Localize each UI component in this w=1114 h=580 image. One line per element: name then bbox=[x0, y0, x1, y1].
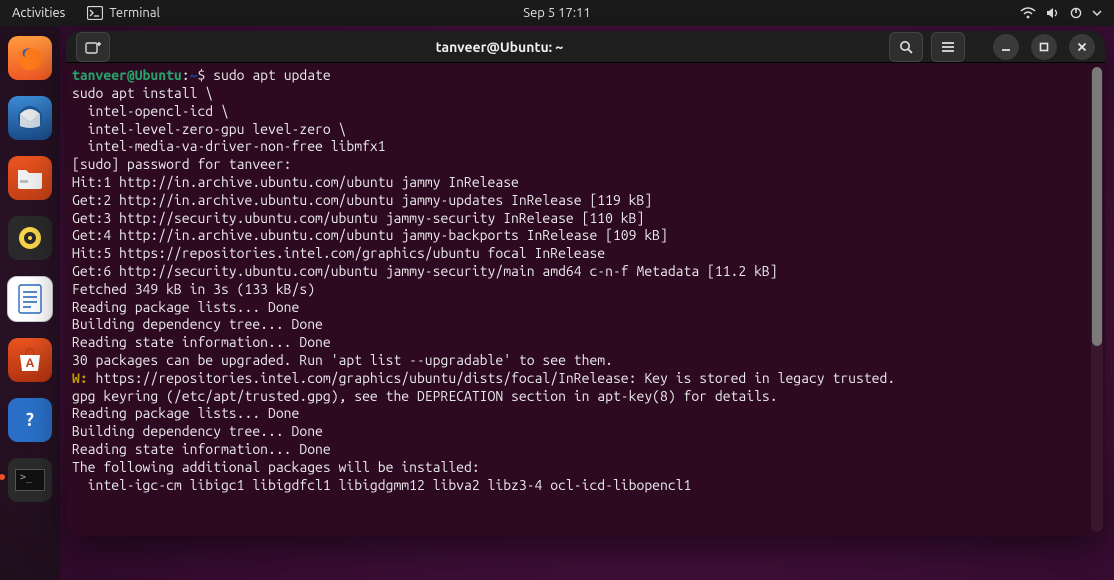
command-text: sudo apt update bbox=[213, 67, 331, 83]
terminal-icon bbox=[87, 6, 103, 20]
document-icon bbox=[17, 284, 43, 314]
window-title: tanveer@Ubuntu: ~ bbox=[118, 39, 881, 55]
terminal-line: [sudo] password for tanveer: bbox=[72, 156, 292, 172]
terminal-line: intel-media-va-driver-non-free libmfx1 bbox=[72, 138, 386, 154]
terminal-line: Reading package lists... Done bbox=[72, 299, 299, 315]
shopping-bag-icon: A bbox=[16, 347, 44, 373]
search-button[interactable] bbox=[889, 32, 923, 62]
terminal-line: 30 packages can be upgraded. Run 'apt li… bbox=[72, 352, 613, 368]
search-icon bbox=[899, 40, 913, 54]
terminal-line: intel-igc-cm libigc1 libigdfcl1 libigdgm… bbox=[72, 477, 691, 493]
speaker-icon bbox=[16, 224, 44, 252]
ubuntu-dock: A ? >_ bbox=[0, 26, 60, 580]
terminal-line: gpg keyring (/etc/apt/trusted.gpg), see … bbox=[72, 388, 778, 404]
terminal-viewport[interactable]: tanveer@Ubuntu:~$ sudo apt update sudo a… bbox=[66, 63, 1105, 536]
prompt-user-host: tanveer@Ubuntu bbox=[72, 67, 182, 83]
terminal-scrollbar[interactable] bbox=[1091, 67, 1103, 532]
dock-item-rhythmbox[interactable] bbox=[8, 216, 52, 260]
window-titlebar: tanveer@Ubuntu: ~ bbox=[66, 31, 1105, 63]
terminal-line: Building dependency tree... Done bbox=[72, 423, 323, 439]
maximize-button[interactable] bbox=[1031, 34, 1057, 60]
close-button[interactable] bbox=[1069, 34, 1095, 60]
dock-item-ubuntu-software[interactable]: A bbox=[8, 338, 52, 382]
close-icon bbox=[1076, 41, 1088, 53]
dock-item-files[interactable] bbox=[8, 156, 52, 200]
volume-icon bbox=[1046, 7, 1060, 19]
svg-text:A: A bbox=[26, 357, 35, 370]
power-icon bbox=[1070, 7, 1082, 19]
focused-app-menu[interactable]: Terminal bbox=[87, 6, 160, 20]
scrollbar-thumb[interactable] bbox=[1092, 67, 1102, 346]
activities-button[interactable]: Activities bbox=[12, 6, 65, 20]
gnome-topbar: Activities Terminal Sep 5 17:11 bbox=[0, 0, 1114, 26]
terminal-window: tanveer@Ubuntu: ~ tanveer@Ubuntu:~$ sudo… bbox=[66, 31, 1105, 536]
firefox-icon bbox=[15, 43, 45, 73]
terminal-line: Reading package lists... Done bbox=[72, 405, 299, 421]
dock-item-help[interactable]: ? bbox=[8, 398, 52, 442]
clock[interactable]: Sep 5 17:11 bbox=[0, 6, 1114, 20]
terminal-line: Fetched 349 kB in 3s (133 kB/s) bbox=[72, 281, 315, 297]
terminal-line: sudo apt install \ bbox=[72, 85, 213, 101]
system-status-area[interactable] bbox=[1020, 7, 1102, 19]
chevron-down-icon bbox=[1092, 10, 1102, 16]
new-tab-icon bbox=[85, 40, 101, 54]
terminal-line: The following additional packages will b… bbox=[72, 459, 480, 475]
terminal-line: Hit:1 http://in.archive.ubuntu.com/ubunt… bbox=[72, 174, 519, 190]
new-tab-button[interactable] bbox=[76, 32, 110, 62]
dock-item-libreoffice-writer[interactable] bbox=[7, 276, 53, 322]
terminal-line: Get:3 http://security.ubuntu.com/ubuntu … bbox=[72, 210, 644, 226]
terminal-line: Reading state information... Done bbox=[72, 441, 331, 457]
network-icon bbox=[1020, 7, 1036, 19]
terminal-line: Reading state information... Done bbox=[72, 334, 331, 350]
svg-text:?: ? bbox=[26, 410, 34, 430]
terminal-icon: >_ bbox=[15, 469, 45, 491]
focused-app-label: Terminal bbox=[109, 6, 160, 20]
thunderbird-icon bbox=[16, 104, 44, 132]
warning-prefix: W: bbox=[72, 370, 88, 386]
dock-item-firefox[interactable] bbox=[8, 36, 52, 80]
dock-item-terminal[interactable]: >_ bbox=[8, 458, 52, 502]
terminal-line: Hit:5 https://repositories.intel.com/gra… bbox=[72, 245, 605, 261]
help-icon: ? bbox=[16, 406, 44, 434]
terminal-line: intel-opencl-icd \ bbox=[72, 103, 229, 119]
terminal-line: intel-level-zero-gpu level-zero \ bbox=[72, 121, 346, 137]
terminal-line: Get:6 http://security.ubuntu.com/ubuntu … bbox=[72, 263, 778, 279]
terminal-line: Get:4 http://in.archive.ubuntu.com/ubunt… bbox=[72, 227, 668, 243]
hamburger-icon bbox=[941, 41, 955, 53]
terminal-line: Get:2 http://in.archive.ubuntu.com/ubunt… bbox=[72, 192, 652, 208]
minimize-icon bbox=[1000, 41, 1012, 53]
files-icon bbox=[16, 166, 44, 190]
hamburger-menu-button[interactable] bbox=[931, 32, 965, 62]
maximize-icon bbox=[1038, 41, 1050, 53]
minimize-button[interactable] bbox=[993, 34, 1019, 60]
terminal-line: Building dependency tree... Done bbox=[72, 316, 323, 332]
dock-item-thunderbird[interactable] bbox=[8, 96, 52, 140]
terminal-line: https://repositories.intel.com/graphics/… bbox=[88, 370, 896, 386]
